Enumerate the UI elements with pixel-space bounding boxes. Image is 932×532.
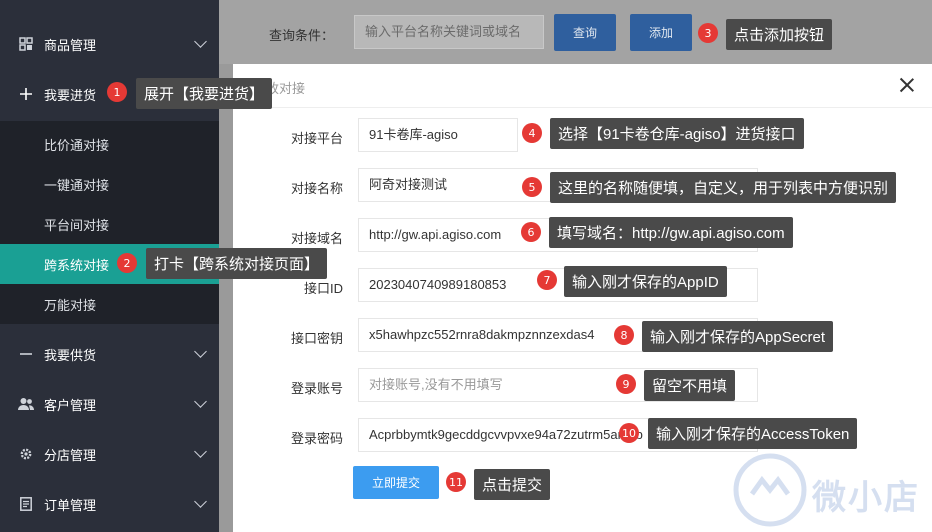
- watermark-text: 微小店: [812, 479, 920, 517]
- annotation-tip: 输入刚才保存的AppSecret: [642, 321, 834, 352]
- minus-icon: [18, 348, 34, 360]
- grid-icon: [18, 37, 34, 51]
- annotation-badge: 8: [614, 325, 634, 345]
- sidebar-item-label: 商品管理: [44, 37, 97, 53]
- sidebar-subitem-one-click[interactable]: 一键通对接: [0, 164, 219, 204]
- platform-select[interactable]: 91卡卷库-agiso: [358, 118, 518, 152]
- annotation-tip: 选择【91卡卷仓库-agiso】进货接口: [550, 118, 804, 149]
- sidebar-item-supply[interactable]: 我要供货: [0, 334, 219, 374]
- chevron-down-icon: [194, 35, 207, 48]
- sidebar-subitem-label: 一键通对接: [44, 177, 110, 193]
- document-icon: [18, 497, 34, 511]
- chevron-down-icon: [194, 445, 207, 458]
- annotation-badge: 7: [537, 270, 557, 290]
- modal-header: 修改对接: [233, 64, 932, 108]
- sidebar-subitem-universal[interactable]: 万能对接: [0, 284, 219, 324]
- field-label-domain: 对接域名: [290, 231, 343, 246]
- sidebar-item-label: 订单管理: [44, 497, 97, 513]
- annotation-badge: 1: [107, 82, 127, 102]
- chevron-down-icon: [194, 345, 207, 358]
- watermark-logo-icon: [733, 453, 807, 527]
- query-button[interactable]: 查询: [554, 14, 616, 51]
- annotation-tip: 点击添加按钮: [726, 19, 833, 50]
- sidebar-item-customers[interactable]: 客户管理: [0, 384, 219, 424]
- plus-icon: [18, 88, 34, 100]
- annotation-tip: 留空不用填: [644, 370, 736, 401]
- chevron-down-icon: [194, 395, 207, 408]
- field-label-name: 对接名称: [290, 181, 343, 196]
- annotation-badge: 11: [446, 472, 466, 492]
- submit-button[interactable]: 立即提交: [353, 466, 439, 499]
- annotation-tip: 点击提交: [474, 469, 551, 500]
- sidebar-subitem-price-compare[interactable]: 比价通对接: [0, 124, 219, 164]
- annotation-badge: 5: [522, 177, 542, 197]
- sidebar-item-label: 分店管理: [44, 447, 97, 463]
- watermark: 微小店: [730, 450, 930, 532]
- users-icon: [18, 397, 34, 411]
- close-icon[interactable]: [898, 76, 916, 94]
- field-label-api-id: 接口ID: [303, 281, 343, 296]
- annotation-tip: 填写域名：http://gw.api.agiso.com: [549, 217, 793, 248]
- sidebar-subitem-label: 平台间对接: [44, 217, 110, 233]
- sidebar-item-branches[interactable]: 分店管理: [0, 434, 219, 474]
- annotation-tip: 展开【我要进货】: [136, 78, 273, 109]
- field-label-login-password: 登录密码: [290, 431, 343, 446]
- sidebar-item-label: 我要供货: [44, 347, 97, 363]
- sidebar-subitem-label: 比价通对接: [44, 137, 110, 153]
- add-button[interactable]: 添加: [630, 14, 692, 51]
- annotation-badge: 10: [619, 423, 639, 443]
- sidebar-subitem-label: 跨系统对接: [44, 257, 110, 273]
- search-input[interactable]: 输入平台名称关键词或域名: [354, 15, 544, 49]
- annotation-tip: 这里的名称随便填，自定义，用于列表中方便识别: [550, 172, 897, 203]
- sidebar-item-products[interactable]: 商品管理: [0, 24, 219, 64]
- annotation-badge: 9: [616, 374, 636, 394]
- field-label-api-secret: 接口密钥: [290, 331, 343, 346]
- sidebar-item-orders[interactable]: 订单管理: [0, 484, 219, 524]
- gear-icon: [18, 447, 34, 461]
- annotation-tip: 打卡【跨系统对接页面】: [146, 248, 328, 279]
- search-label: 查询条件：: [269, 28, 335, 43]
- purchase-submenu: 比价通对接 一键通对接 平台间对接 跨系统对接 万能对接: [0, 121, 219, 324]
- annotation-tip: 输入刚才保存的AccessToken: [648, 418, 858, 449]
- annotation-badge: 4: [522, 123, 542, 143]
- annotation-tip: 输入刚才保存的AppID: [564, 266, 727, 297]
- field-label-platform: 对接平台: [290, 131, 343, 146]
- field-label-login-account: 登录账号: [290, 381, 343, 396]
- sidebar-item-label: 我要进货: [44, 87, 97, 103]
- annotation-badge: 6: [521, 222, 541, 242]
- chevron-down-icon: [194, 495, 207, 508]
- annotation-badge: 2: [117, 253, 137, 273]
- sidebar-item-label: 客户管理: [44, 397, 97, 413]
- sidebar-subitem-inter-platform[interactable]: 平台间对接: [0, 204, 219, 244]
- sidebar-subitem-label: 万能对接: [44, 297, 97, 313]
- annotation-badge: 3: [698, 23, 718, 43]
